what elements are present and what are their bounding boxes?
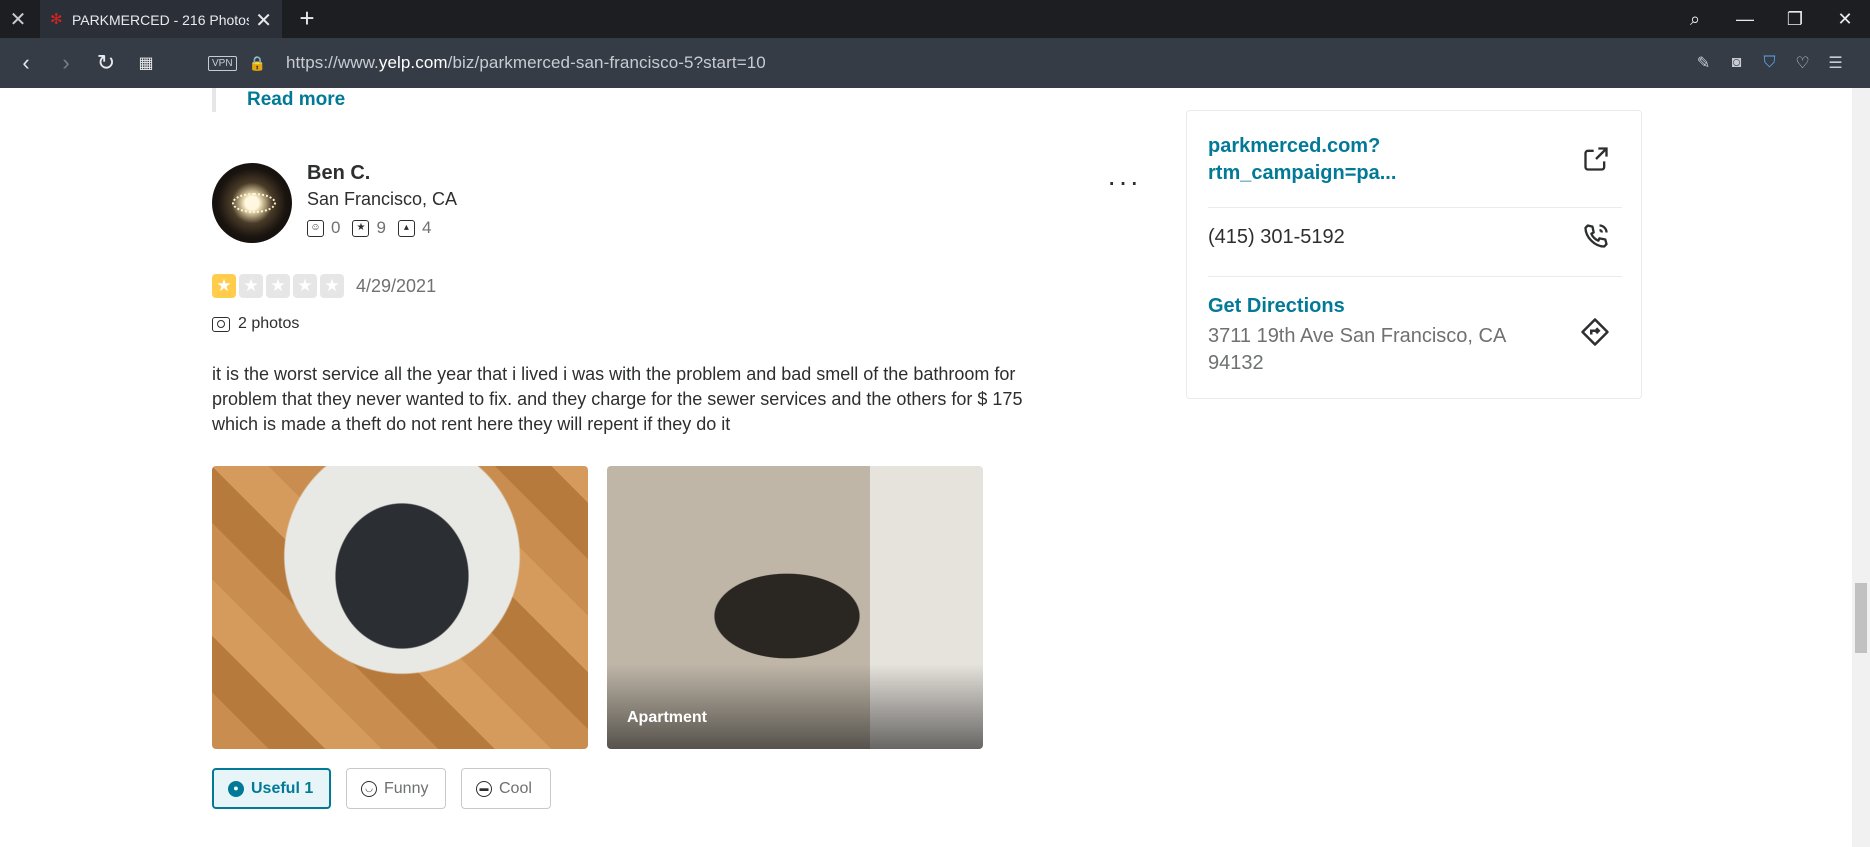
browser-tab[interactable]: ✻ PARKMERCED - 216 Photos ✕ bbox=[40, 0, 282, 38]
reviews-stat: ★ 9 bbox=[352, 218, 386, 238]
speed-dial-icon[interactable]: ▦ bbox=[126, 53, 166, 73]
tab-close-icon[interactable]: ✕ bbox=[255, 8, 272, 33]
page-content: Read more Ben C. San Francisco, CA ☺ 0 ★ 9… bbox=[0, 88, 1852, 847]
minimize-icon[interactable]: — bbox=[1720, 9, 1770, 30]
read-more-link[interactable]: Read more bbox=[247, 89, 345, 111]
review-date: 4/29/2021 bbox=[356, 276, 437, 296]
close-icon[interactable]: ✕ bbox=[0, 0, 36, 38]
tab-title: PARKMERCED - 216 Photos bbox=[71, 12, 250, 28]
camera-snapshot-icon[interactable]: ◙ bbox=[1720, 54, 1753, 72]
funny-label: Funny bbox=[384, 779, 429, 797]
directions-row[interactable]: Get Directions 3711 19th Ave San Francis… bbox=[1208, 276, 1622, 376]
scrollbar-thumb[interactable] bbox=[1855, 583, 1867, 653]
directions-icon[interactable] bbox=[1580, 317, 1610, 347]
quote-bar bbox=[212, 88, 216, 112]
website-line1: parkmerced.com? bbox=[1208, 135, 1381, 157]
useful-icon: ● bbox=[228, 780, 244, 797]
lock-icon[interactable]: 🔒 bbox=[249, 55, 266, 72]
heart-icon[interactable]: ♡ bbox=[1786, 53, 1819, 73]
url-prefix: https://www. bbox=[286, 53, 379, 72]
url-field[interactable]: https://www.yelp.com/biz/parkmerced-san-… bbox=[286, 53, 766, 73]
more-options-icon[interactable]: ··· bbox=[1107, 166, 1141, 198]
review-photos-link[interactable]: 2 photos bbox=[212, 315, 299, 333]
review-photo[interactable]: Apartment bbox=[607, 466, 983, 749]
star-icon: ★ bbox=[293, 274, 317, 298]
search-icon[interactable]: ⌕ bbox=[1670, 9, 1720, 30]
website-link[interactable]: parkmerced.com? rtm_campaign=pa... bbox=[1208, 133, 1508, 187]
star-icon: ★ bbox=[266, 274, 290, 298]
new-tab-icon[interactable]: + bbox=[292, 4, 322, 34]
phone-row[interactable]: (415) 301-5192 bbox=[1208, 207, 1622, 255]
photos-stat: ▴ 4 bbox=[397, 218, 432, 238]
forward-icon[interactable]: › bbox=[46, 50, 86, 76]
back-icon[interactable]: ‹ bbox=[6, 50, 46, 76]
user-name[interactable]: Ben C. bbox=[307, 162, 370, 185]
business-address: 3711 19th Ave San Francisco, CA 94132 bbox=[1208, 325, 1506, 374]
cool-button[interactable]: ▬ Cool bbox=[461, 768, 551, 809]
photo-caption: Apartment bbox=[627, 709, 708, 726]
star-rating: ★ ★ ★ ★ ★ bbox=[212, 274, 347, 298]
phone-number[interactable]: (415) 301-5192 bbox=[1208, 226, 1345, 249]
website-line2: rtm_campaign=pa... bbox=[1208, 162, 1397, 184]
photos-count: 4 bbox=[421, 218, 432, 237]
photos-label: 2 photos bbox=[238, 315, 300, 332]
friends-count: 0 bbox=[331, 218, 341, 237]
edit-icon[interactable]: ✎ bbox=[1687, 53, 1720, 73]
friends-stat: ☺ 0 bbox=[307, 218, 340, 238]
camera-icon bbox=[212, 316, 230, 332]
avatar[interactable] bbox=[212, 163, 292, 243]
review-star-icon: ★ bbox=[352, 219, 370, 237]
website-row[interactable]: parkmerced.com? rtm_campaign=pa... bbox=[1208, 133, 1622, 190]
star-icon: ★ bbox=[212, 274, 236, 298]
yelp-favicon-icon: ✻ bbox=[50, 11, 63, 28]
address-bar: ‹ › ↻ ▦ VPN 🔒 https://www.yelp.com/biz/p… bbox=[0, 38, 1870, 88]
funny-button[interactable]: ◡ Funny bbox=[346, 768, 446, 809]
review-text: it is the worst service all the year tha… bbox=[212, 364, 1023, 434]
useful-label: Useful 1 bbox=[251, 779, 314, 797]
reload-icon[interactable]: ↻ bbox=[86, 50, 126, 76]
browser-tab-bar: ✕ ✻ PARKMERCED - 216 Photos ✕ + ⌕ — ❐ ✕ bbox=[0, 0, 1870, 38]
get-directions-link[interactable]: Get Directions bbox=[1208, 295, 1345, 318]
shield-icon[interactable]: ⛉ bbox=[1753, 54, 1786, 72]
window-close-icon[interactable]: ✕ bbox=[1820, 9, 1870, 30]
address-bar-actions: ✎ ◙ ⛉ ♡ ☰ bbox=[1687, 38, 1852, 88]
user-location: San Francisco, CA bbox=[307, 189, 458, 209]
phone-icon[interactable] bbox=[1582, 222, 1610, 250]
review-photo[interactable] bbox=[212, 466, 588, 749]
url-domain: yelp.com bbox=[378, 53, 448, 72]
settings-sliders-icon[interactable]: ☰ bbox=[1819, 53, 1852, 73]
cool-icon: ▬ bbox=[476, 780, 492, 797]
funny-icon: ◡ bbox=[361, 780, 377, 797]
window-controls: ⌕ — ❐ ✕ bbox=[1670, 0, 1870, 38]
image-icon: ▴ bbox=[397, 219, 415, 237]
business-info-card: parkmerced.com? rtm_campaign=pa... (415)… bbox=[1186, 110, 1642, 399]
useful-button[interactable]: ● Useful 1 bbox=[212, 768, 331, 809]
star-icon: ★ bbox=[239, 274, 263, 298]
url-path: /biz/parkmerced-san-francisco-5?start=10 bbox=[447, 53, 766, 72]
page-scrollbar[interactable] bbox=[1852, 88, 1870, 847]
user-stats: ☺ 0 ★ 9 ▴ 4 bbox=[307, 218, 443, 238]
external-link-icon[interactable] bbox=[1582, 145, 1610, 173]
vpn-badge[interactable]: VPN bbox=[208, 55, 237, 71]
star-icon: ★ bbox=[320, 274, 344, 298]
cool-label: Cool bbox=[499, 779, 532, 797]
reviews-count: 9 bbox=[376, 218, 386, 237]
restore-icon[interactable]: ❐ bbox=[1770, 9, 1820, 30]
friends-icon: ☺ bbox=[307, 219, 324, 237]
